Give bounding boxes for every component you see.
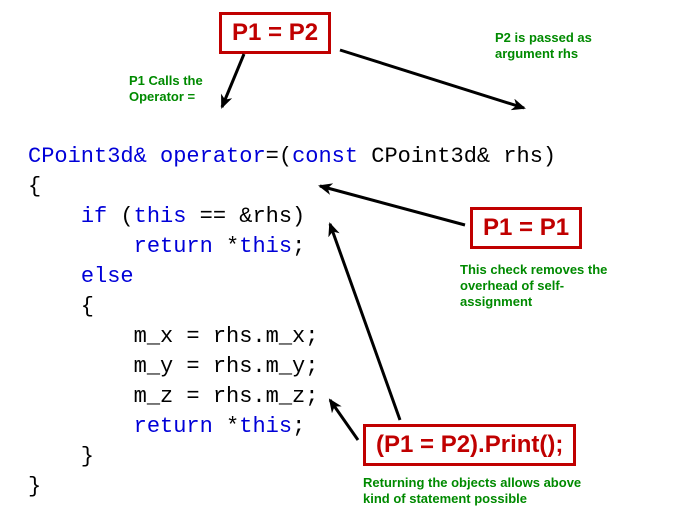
code-token: =( xyxy=(266,144,292,169)
annotation-self-check: This check removes the overhead of self-… xyxy=(460,262,607,310)
code-token: else xyxy=(81,264,134,289)
code-token: } xyxy=(28,474,41,499)
code-token: { xyxy=(28,174,41,199)
code-token: m_x = rhs.m_x; xyxy=(28,324,318,349)
code-token: * xyxy=(213,414,239,439)
code-token: const xyxy=(292,144,358,169)
code-token: if xyxy=(81,204,107,229)
code-token: m_z = rhs.m_z; xyxy=(28,384,318,409)
code-token: this xyxy=(239,234,292,259)
code-token: operator xyxy=(160,144,266,169)
code-token xyxy=(28,414,134,439)
code-token: CPoint3d& rhs) xyxy=(358,144,556,169)
code-token: ; xyxy=(292,234,305,259)
code-token: this xyxy=(239,414,292,439)
code-token: ( xyxy=(107,204,133,229)
code-token: * xyxy=(213,234,239,259)
code-token xyxy=(28,234,134,259)
code-token xyxy=(28,264,81,289)
code-token xyxy=(28,204,81,229)
callout-chained-print: (P1 = P2).Print(); xyxy=(363,424,576,466)
annotation-passed-as-arg: P2 is passed as argument rhs xyxy=(495,30,592,62)
code-token: ; xyxy=(292,414,305,439)
callout-p1-equals-p2: P1 = P2 xyxy=(219,12,331,54)
code-token: m_y = rhs.m_y; xyxy=(28,354,318,379)
annotation-returning: Returning the objects allows above kind … xyxy=(363,475,581,507)
code-token: this xyxy=(134,204,187,229)
code-token: return xyxy=(134,414,213,439)
code-token: == &rhs) xyxy=(186,204,305,229)
code-token: return xyxy=(134,234,213,259)
annotation-calls-operator: P1 Calls the Operator = xyxy=(129,73,203,105)
code-token: { xyxy=(28,294,94,319)
code-token: } xyxy=(28,444,94,469)
code-token: CPoint3d& xyxy=(28,144,147,169)
callout-p1-equals-p1: P1 = P1 xyxy=(470,207,582,249)
